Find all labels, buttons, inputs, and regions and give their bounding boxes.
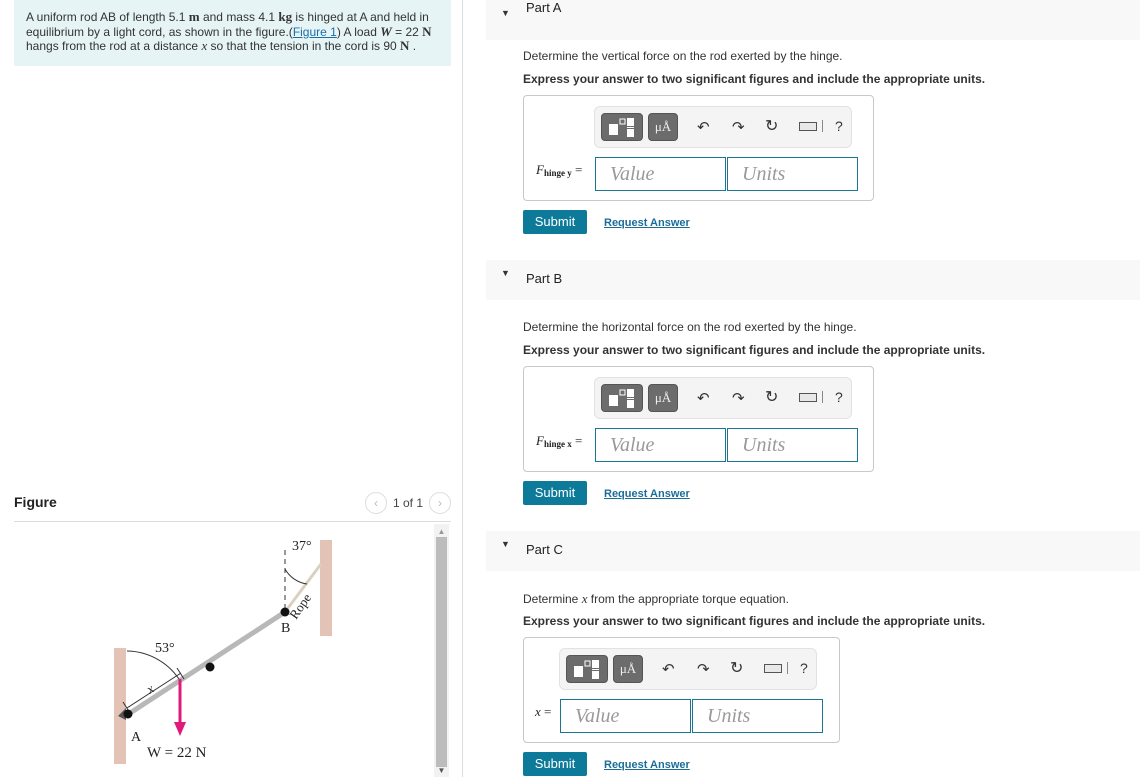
- redo-icon[interactable]: ↷: [732, 389, 745, 407]
- part-a-header[interactable]: ▼ Part A: [486, 0, 1140, 40]
- template-button[interactable]: [566, 655, 608, 683]
- right-wall: [320, 540, 332, 636]
- reset-icon[interactable]: ↻: [730, 658, 743, 678]
- math-toolbar: μÅ ↶ ↷ ↻ ?: [594, 377, 852, 419]
- figure-link[interactable]: Figure 1: [293, 25, 337, 39]
- keyboard-icon[interactable]: [764, 664, 782, 673]
- fraction-template-icon: [609, 389, 634, 408]
- toolbar-divider: [822, 391, 823, 403]
- undo-icon[interactable]: ↶: [662, 660, 675, 678]
- angle-label-top: 37°: [292, 539, 312, 554]
- figure-image: 37° 53° Rope B A x W = 22 N: [14, 524, 432, 777]
- point-b-label: B: [281, 621, 290, 636]
- template-button[interactable]: [601, 384, 643, 412]
- angle-arc-top: [284, 568, 308, 585]
- reset-icon[interactable]: ↻: [765, 116, 778, 136]
- units-input[interactable]: Units: [692, 699, 823, 733]
- part-b-title: Part B: [526, 271, 563, 286]
- units-button[interactable]: μÅ: [648, 384, 678, 412]
- units-button[interactable]: μÅ: [648, 113, 678, 141]
- units-input[interactable]: Units: [727, 428, 858, 462]
- figure-next-button[interactable]: ›: [429, 492, 451, 514]
- figure-page-indicator: 1 of 1: [392, 496, 423, 510]
- request-answer-link[interactable]: Request Answer: [604, 759, 690, 771]
- scroll-down-arrow-icon[interactable]: ▼: [434, 765, 449, 777]
- rod: [125, 609, 287, 718]
- angle-label-bottom: 53°: [155, 641, 175, 656]
- right-panel: ▼ Part A Determine the vertical force on…: [464, 0, 1140, 777]
- request-answer-link[interactable]: Request Answer: [604, 488, 690, 500]
- part-b-instruction: Express your answer to two significant f…: [523, 343, 986, 357]
- collapse-caret-icon[interactable]: ▼: [501, 8, 510, 18]
- point-a-label: A: [131, 730, 142, 745]
- rod-diagram: 37° 53° Rope B A x W = 22 N: [114, 539, 332, 764]
- help-icon[interactable]: ?: [800, 660, 808, 676]
- figure-prev-button[interactable]: ‹: [364, 492, 387, 514]
- load-label: W = 22 N: [147, 745, 207, 761]
- toolbar-divider: [822, 120, 823, 132]
- rope-label: Rope: [286, 590, 314, 621]
- units-input[interactable]: Units: [727, 157, 858, 191]
- collapse-caret-icon[interactable]: ▼: [501, 268, 510, 278]
- figure-title: Figure: [14, 494, 57, 510]
- variable-label: x =: [535, 704, 552, 719]
- part-a-answer-box: μÅ ↶ ↷ ↻ ? Fhinge y = Value Units: [523, 95, 874, 201]
- load-arrow-head: [174, 722, 186, 736]
- submit-button[interactable]: Submit: [523, 481, 587, 505]
- part-c-description: Determine x from the appropriate torque …: [523, 591, 789, 606]
- part-c-title: Part C: [526, 542, 563, 557]
- center-of-mass-point: [205, 662, 215, 672]
- part-c-instruction: Express your answer to two significant f…: [523, 614, 986, 628]
- part-a-description: Determine the vertical force on the rod …: [523, 49, 843, 63]
- undo-icon[interactable]: ↶: [697, 118, 710, 136]
- figure-pagination: ‹ 1 of 1 ›: [364, 492, 451, 514]
- left-wall: [114, 648, 126, 764]
- point-a: [123, 709, 133, 719]
- left-panel: A uniform rod AB of length 5.1 m and mas…: [0, 0, 463, 777]
- distance-label: x: [143, 681, 157, 697]
- chevron-right-icon: ›: [438, 496, 442, 510]
- math-toolbar: μÅ ↶ ↷ ↻ ?: [559, 648, 817, 690]
- submit-button[interactable]: Submit: [523, 752, 587, 776]
- fraction-template-icon: [574, 660, 599, 679]
- value-input[interactable]: Value: [595, 157, 726, 191]
- part-a-title: Part A: [526, 0, 562, 15]
- part-a-instruction: Express your answer to two significant f…: [523, 72, 986, 86]
- redo-icon[interactable]: ↷: [732, 118, 745, 136]
- figure-header: Figure ‹ 1 of 1 ›: [14, 492, 451, 522]
- reset-icon[interactable]: ↻: [765, 387, 778, 407]
- help-icon[interactable]: ?: [835, 118, 843, 134]
- undo-icon[interactable]: ↶: [697, 389, 710, 407]
- units-button[interactable]: μÅ: [613, 655, 643, 683]
- part-b-answer-box: μÅ ↶ ↷ ↻ ? Fhinge x = Value Units: [523, 366, 874, 472]
- part-c-header[interactable]: ▼ Part C: [486, 531, 1140, 571]
- figure-scrollbar[interactable]: ▲ ▼: [434, 524, 449, 777]
- part-b-header[interactable]: ▼ Part B: [486, 260, 1140, 300]
- part-c-answer-box: μÅ ↶ ↷ ↻ ? x = Value Units: [523, 637, 840, 743]
- value-input[interactable]: Value: [560, 699, 691, 733]
- request-answer-link[interactable]: Request Answer: [604, 217, 690, 229]
- problem-statement: A uniform rod AB of length 5.1 m and mas…: [14, 0, 451, 66]
- variable-label: Fhinge y =: [536, 162, 583, 178]
- math-toolbar: μÅ ↶ ↷ ↻ ?: [594, 106, 852, 148]
- fraction-template-icon: [609, 118, 634, 137]
- value-input[interactable]: Value: [595, 428, 726, 462]
- help-icon[interactable]: ?: [835, 389, 843, 405]
- chevron-left-icon: ‹: [373, 496, 378, 510]
- template-button[interactable]: [601, 113, 643, 141]
- variable-label: Fhinge x =: [536, 433, 583, 449]
- toolbar-divider: [787, 662, 788, 674]
- scroll-thumb[interactable]: [436, 537, 447, 767]
- submit-button[interactable]: Submit: [523, 210, 587, 234]
- part-b-description: Determine the horizontal force on the ro…: [523, 320, 857, 334]
- collapse-caret-icon[interactable]: ▼: [501, 539, 510, 549]
- redo-icon[interactable]: ↷: [697, 660, 710, 678]
- keyboard-icon[interactable]: [799, 122, 817, 131]
- keyboard-icon[interactable]: [799, 393, 817, 402]
